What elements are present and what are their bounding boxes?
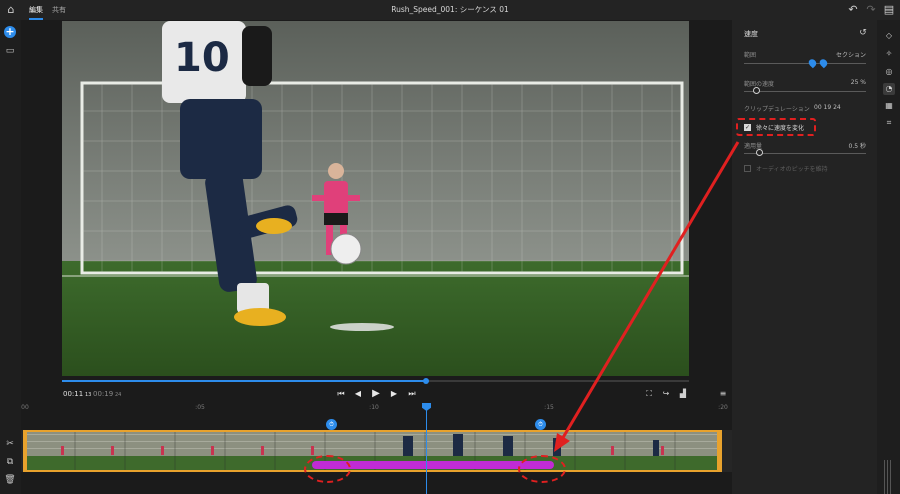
go-to-end-button[interactable]: ⏭ <box>406 388 418 400</box>
speed-keyframe-icon[interactable]: ⏱ <box>326 419 337 430</box>
annotation-ellipse <box>304 455 351 483</box>
video-viewer[interactable]: 10 <box>62 21 689 376</box>
range-speed-value[interactable]: 25 % <box>832 79 866 86</box>
playhead[interactable] <box>426 404 427 494</box>
step-forward-button[interactable]: ▶︎ <box>388 388 400 400</box>
scrub-bar[interactable] <box>62 378 689 384</box>
video-frame: 10 <box>62 21 689 376</box>
scissors-icon[interactable]: ✂ <box>4 438 16 450</box>
panel-resize-grip[interactable] <box>884 460 893 494</box>
ramp-amount-handle[interactable] <box>755 149 763 156</box>
left-toolbar: + ▭ ✂ ⧉ 🗑 <box>0 20 21 494</box>
ruler-label: :15 <box>544 404 554 411</box>
undo-icon[interactable]: ↶ <box>846 3 860 17</box>
clip-duration-label: クリップデュレーション <box>744 106 810 113</box>
media-bin-icon[interactable]: ▭ <box>4 45 16 57</box>
color-icon[interactable]: ◎ <box>883 66 895 78</box>
layout-icon[interactable]: ▦ <box>883 100 895 112</box>
top-bar: ⌂ 編集 共有 Rush_Speed_001: シーケンス 01 ↶ ↷ ▤ <box>0 0 900 20</box>
svg-text:10: 10 <box>174 35 230 81</box>
scrub-handle[interactable] <box>422 378 429 384</box>
range-end-handle[interactable] <box>818 57 829 69</box>
transform-icon[interactable]: ◇ <box>883 30 895 42</box>
redo-icon[interactable]: ↷ <box>864 3 878 17</box>
annotation-ellipse <box>518 455 566 483</box>
window-title: Rush_Speed_001: シーケンス 01 <box>391 5 509 14</box>
clip-duration-value: 00 19 24 <box>814 104 841 111</box>
add-media-button[interactable]: + <box>4 26 16 38</box>
annotation-box <box>736 118 816 136</box>
speed-icon[interactable]: ◔ <box>883 83 895 95</box>
speed-panel: 速度 ↺ 範囲 セクション 範囲の速度 25 % クリップデュレーション 00 … <box>732 20 877 494</box>
duplicate-icon[interactable]: ⧉ <box>4 456 16 468</box>
reset-icon[interactable]: ↺ <box>857 27 869 39</box>
keep-pitch-checkbox[interactable] <box>744 165 751 172</box>
range-label: 範囲 <box>744 52 757 59</box>
keep-pitch-label[interactable]: オーディオのピッチを維持 <box>756 164 828 173</box>
fit-view-icon[interactable]: ⛶ <box>643 388 655 400</box>
range-speed-label: 範囲の速度 <box>744 81 775 88</box>
range-slider-track[interactable] <box>744 63 866 64</box>
range-speed-slider[interactable] <box>744 91 866 92</box>
go-to-start-button[interactable]: ⏮ <box>335 388 347 400</box>
feedback-icon[interactable]: ▤ <box>882 3 896 17</box>
panel-title: 速度 <box>744 30 758 38</box>
range-speed-handle[interactable] <box>753 87 761 94</box>
ruler-label: :10 <box>369 404 379 411</box>
current-frames: 13 <box>85 392 92 398</box>
ramp-amount-value[interactable]: 0.5 秒 <box>832 141 866 150</box>
duration-frames: 24 <box>115 392 122 398</box>
range-value[interactable]: セクション <box>822 50 866 59</box>
effects-icon[interactable]: ✧ <box>883 48 895 60</box>
scrub-progress <box>62 380 426 382</box>
crop-icon[interactable]: ⌗ <box>883 117 895 129</box>
clip-trim-handle-left[interactable] <box>23 430 27 472</box>
step-back-button[interactable]: ◀︎ <box>352 388 364 400</box>
duration-timecode: 00:19 <box>93 390 114 398</box>
current-timecode: 00:11 <box>63 390 84 398</box>
timeline-menu-icon[interactable]: ≡ <box>717 388 729 400</box>
speed-keyframe-icon[interactable]: ⏱ <box>535 419 546 430</box>
aspect-ratio-icon[interactable]: ▟ <box>677 388 689 400</box>
property-rail: ◇ ✧ ◎ ◔ ▦ ⌗ <box>877 20 900 494</box>
ruler-label: 00 <box>21 404 29 411</box>
ruler-label: :05 <box>195 404 205 411</box>
export-frame-icon[interactable]: ↪ <box>660 388 672 400</box>
ruler-label: :20 <box>718 404 728 411</box>
timeline-ruler[interactable]: 00 :05 :10 :15 :20 <box>21 403 732 415</box>
soccer-ball <box>330 233 362 265</box>
play-button[interactable]: ▶ <box>370 388 382 400</box>
range-start-handle[interactable] <box>807 57 818 69</box>
clip-trim-handle-right[interactable] <box>717 430 722 472</box>
trash-icon[interactable]: 🗑 <box>4 474 16 486</box>
